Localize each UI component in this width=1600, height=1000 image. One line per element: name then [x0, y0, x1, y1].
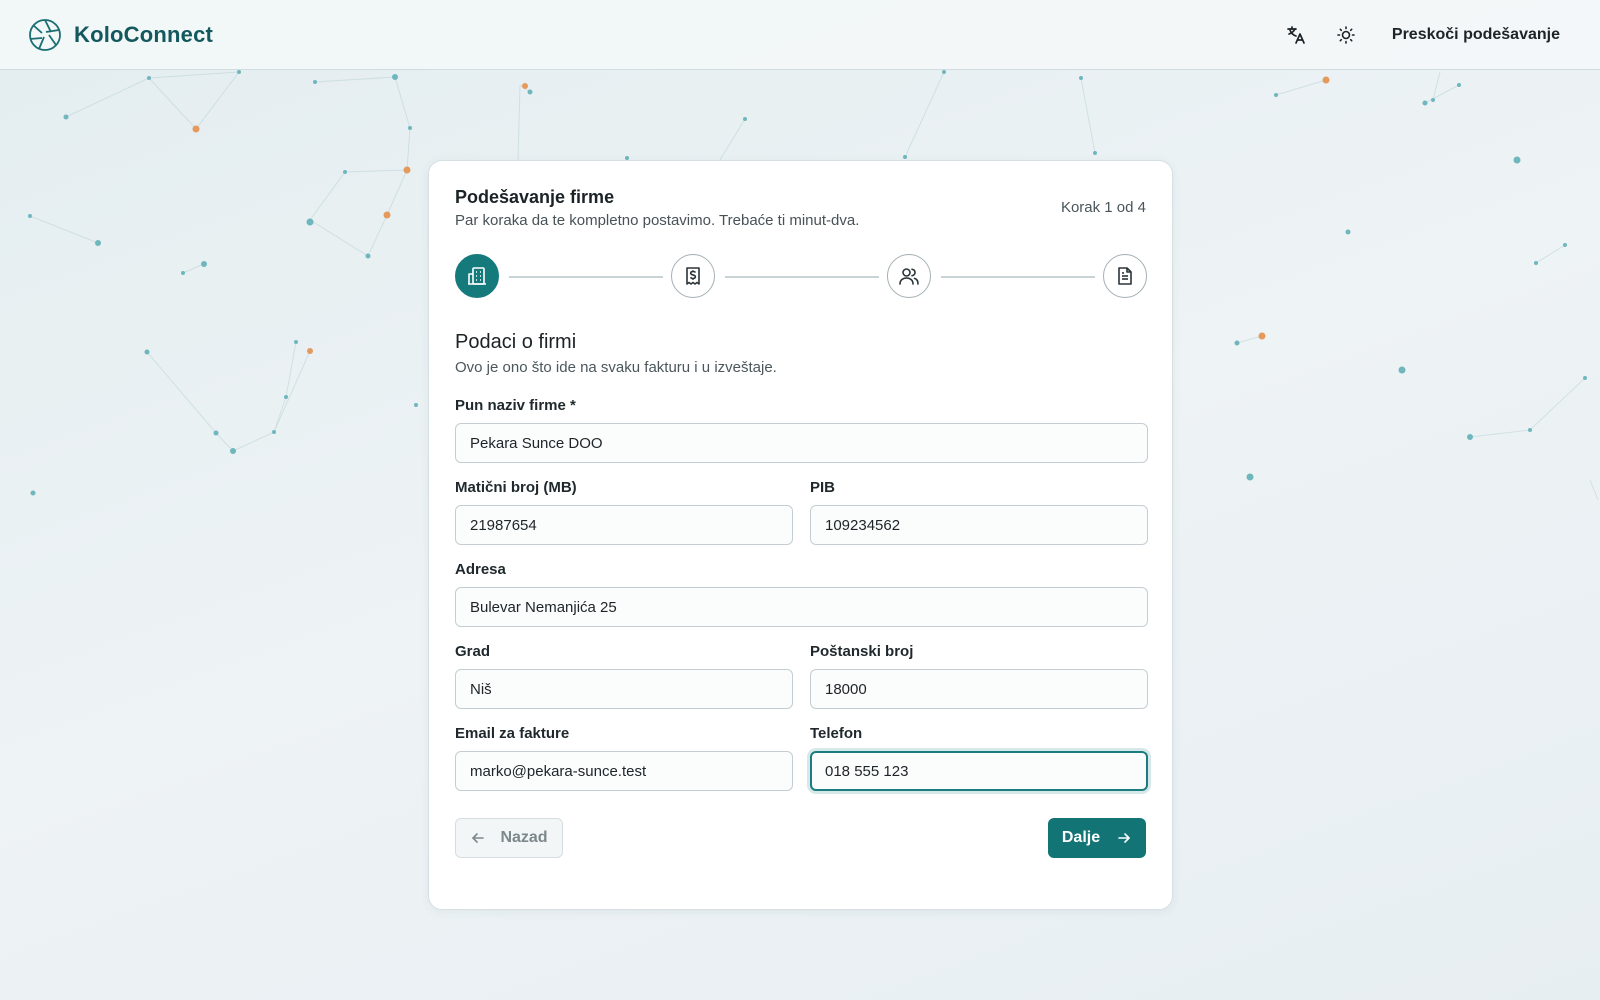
- section-description: Ovo je ono što ide na svaku fakturu i u …: [455, 359, 777, 376]
- phone-input[interactable]: [810, 751, 1148, 791]
- language-button[interactable]: [1278, 17, 1314, 53]
- wizard-title: Podešavanje firme: [455, 187, 615, 207]
- next-button[interactable]: Dalje: [1048, 818, 1146, 858]
- wizard-stepper: [455, 254, 1148, 300]
- brand-logo-link[interactable]: KoloConnect: [28, 18, 213, 52]
- top-actions: Preskoči podešavanje: [1278, 17, 1560, 53]
- sun-icon: [1337, 25, 1355, 44]
- step-connector: [941, 276, 1095, 278]
- address-input[interactable]: [455, 587, 1148, 627]
- arrow-left-icon: [472, 833, 485, 843]
- arrow-right-icon: [1118, 833, 1130, 843]
- brand-name: KoloConnect: [74, 21, 214, 47]
- next-button-label: Dalje: [1061, 829, 1101, 846]
- city-input[interactable]: [455, 669, 793, 709]
- theme-toggle-button[interactable]: [1328, 17, 1364, 53]
- company-name-input[interactable]: [455, 423, 1148, 463]
- mb-input[interactable]: [455, 505, 793, 545]
- users-icon: [899, 268, 919, 285]
- invoice-email-input[interactable]: [455, 751, 793, 791]
- postal-code-label: Poštanski broj: [810, 643, 914, 660]
- city-label: Grad: [455, 643, 491, 660]
- step-1-company[interactable]: [455, 254, 499, 298]
- top-bar: KoloConnect Preskoči podešavanje: [0, 0, 1600, 70]
- section-title: Podaci o firmi: [455, 331, 577, 353]
- mb-label: Matični broj (MB): [455, 479, 577, 496]
- step-counter: Korak 1 od 4: [1060, 199, 1146, 216]
- pib-label: PIB: [810, 479, 836, 496]
- pib-input[interactable]: [810, 505, 1148, 545]
- step-4-documents[interactable]: [1103, 254, 1147, 298]
- company-setup-card: Podešavanje firme Par koraka da te kompl…: [428, 160, 1173, 910]
- document-icon: [1118, 267, 1132, 285]
- card-header: Podešavanje firme Par koraka da te kompl…: [455, 187, 1146, 229]
- company-name-label: Pun naziv firme *: [455, 397, 576, 414]
- aperture-logo-icon: [29, 18, 61, 51]
- postal-code-input[interactable]: [810, 669, 1148, 709]
- skip-setup-link[interactable]: Preskoči podešavanje: [1392, 26, 1560, 44]
- step-2-billing[interactable]: [671, 254, 715, 298]
- address-label: Adresa: [455, 561, 506, 578]
- step-connector: [725, 276, 879, 278]
- wizard-subtitle: Par koraka da te kompletno postavimo. Tr…: [455, 212, 860, 229]
- back-button-label: Nazad: [500, 829, 548, 846]
- phone-label: Telefon: [810, 725, 863, 742]
- building-icon: [468, 267, 486, 285]
- back-button[interactable]: Nazad: [455, 818, 563, 858]
- step-3-team[interactable]: [887, 254, 931, 298]
- invoice-email-label: Email za fakture: [455, 725, 570, 742]
- translate-icon: [1287, 25, 1305, 44]
- step-connector: [509, 276, 663, 278]
- receipt-dollar-icon: [686, 267, 700, 285]
